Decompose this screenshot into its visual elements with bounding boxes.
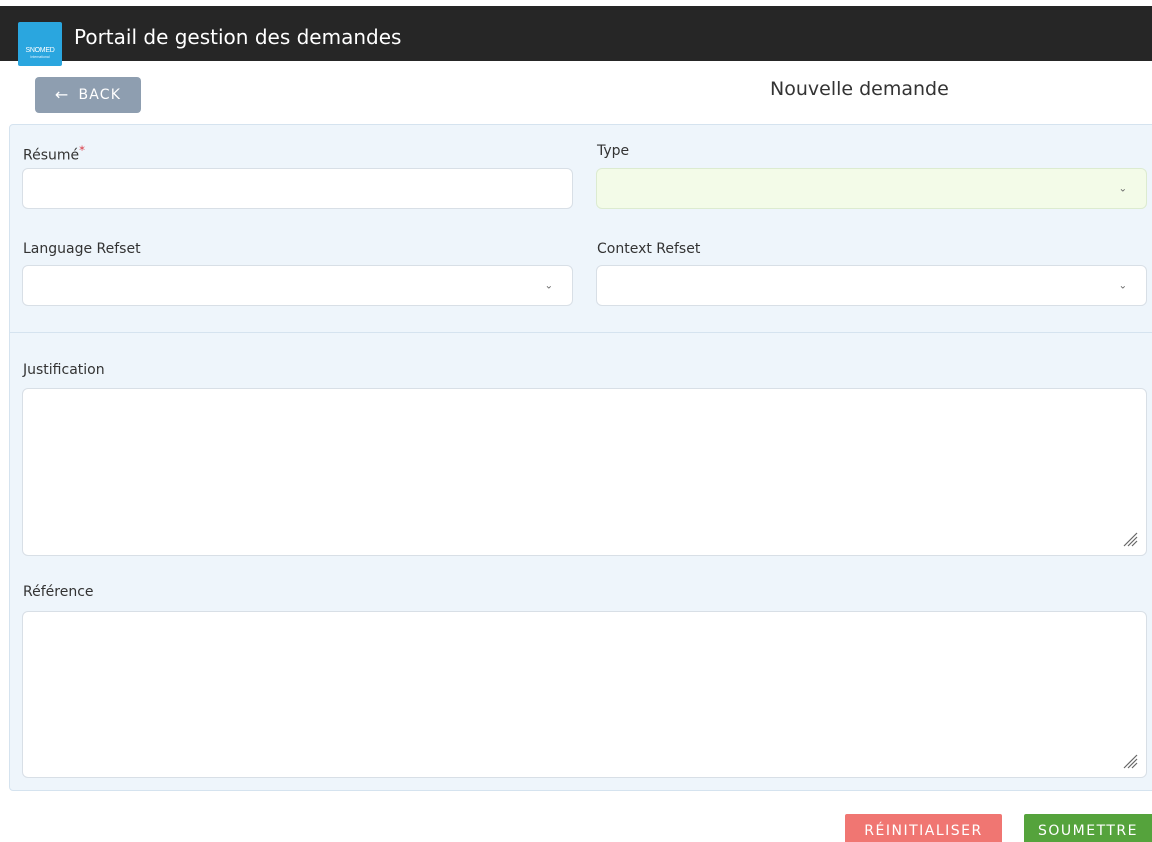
context-refset-label: Context Refset xyxy=(597,241,701,257)
app-title: Portail de gestion des demandes xyxy=(74,25,402,49)
top-bar: SNOMED International Portail de gestion … xyxy=(0,6,1152,66)
reference-textarea[interactable] xyxy=(22,611,1147,778)
type-select[interactable]: ⌄ xyxy=(596,168,1147,209)
logo-subtext: International xyxy=(30,55,50,59)
section-divider xyxy=(9,332,1152,333)
resume-label: Résumé* xyxy=(23,143,85,164)
language-refset-select[interactable]: ⌄ xyxy=(22,265,573,306)
justification-textarea[interactable] xyxy=(22,388,1147,556)
submit-button[interactable]: SOUMETTRE xyxy=(1024,814,1152,842)
page-title: Nouvelle demande xyxy=(770,78,949,100)
justification-label: Justification xyxy=(23,362,105,378)
chevron-down-icon: ⌄ xyxy=(1118,280,1127,291)
back-button[interactable]: ← BACK xyxy=(35,77,141,113)
required-marker: * xyxy=(79,143,85,157)
logo-text: SNOMED xyxy=(25,47,55,54)
resize-handle-icon[interactable] xyxy=(1122,753,1138,769)
snomed-logo: SNOMED International xyxy=(18,22,62,66)
language-refset-label: Language Refset xyxy=(23,241,141,257)
context-refset-select[interactable]: ⌄ xyxy=(596,265,1147,306)
resume-input[interactable] xyxy=(22,168,573,209)
chevron-down-icon: ⌄ xyxy=(1118,183,1127,194)
reference-label: Référence xyxy=(23,584,94,600)
arrow-left-icon: ← xyxy=(54,85,70,104)
back-button-label: BACK xyxy=(78,87,122,103)
chevron-down-icon: ⌄ xyxy=(544,280,553,291)
type-label: Type xyxy=(597,143,630,159)
reset-button[interactable]: RÉINITIALISER xyxy=(845,814,1002,842)
resize-handle-icon[interactable] xyxy=(1122,531,1138,547)
